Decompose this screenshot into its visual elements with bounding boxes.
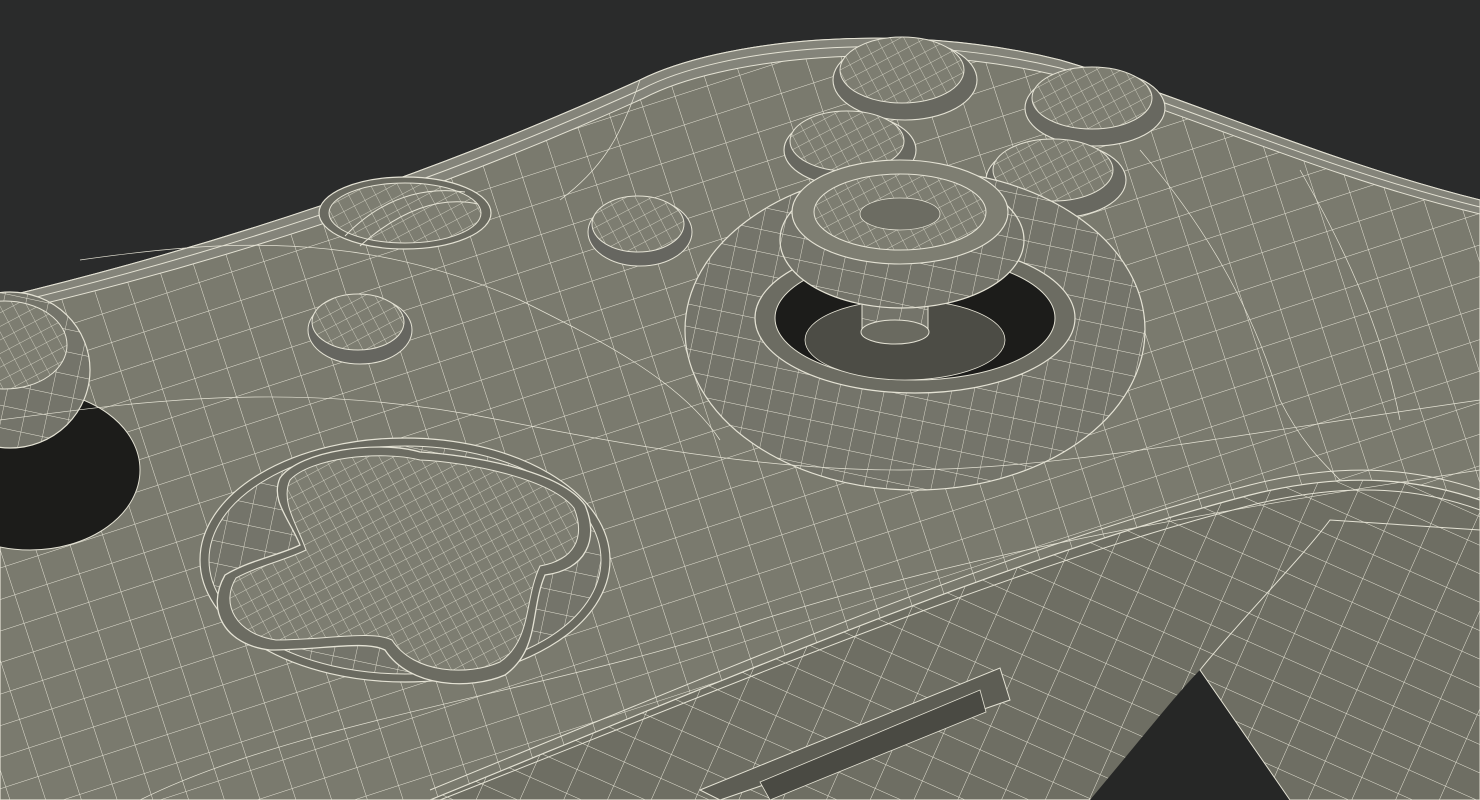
- guide-button[interactable]: [318, 176, 492, 250]
- controller-wireframe-render: [0, 0, 1480, 800]
